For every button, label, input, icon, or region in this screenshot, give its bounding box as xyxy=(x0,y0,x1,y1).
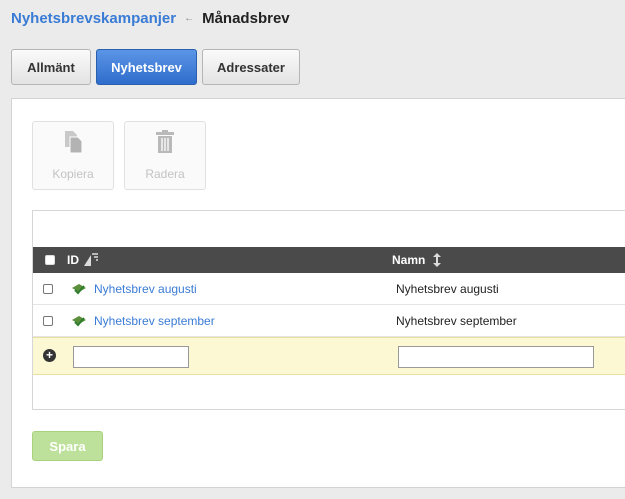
newsletter-link[interactable]: Nyhetsbrev september xyxy=(94,314,215,328)
newsletter-status-icon xyxy=(71,314,87,328)
column-name-label: Namn xyxy=(392,253,426,267)
tab-adressater[interactable]: Adressater xyxy=(202,49,300,85)
delete-label: Radera xyxy=(145,167,185,181)
newsletter-link[interactable]: Nyhetsbrev augusti xyxy=(94,282,197,296)
content-panel: Kopiera Radera ID Namn Nyhetsbrev august… xyxy=(11,98,625,488)
new-id-input[interactable] xyxy=(73,346,189,368)
breadcrumb-parent-link[interactable]: Nyhetsbrevskampanjer xyxy=(11,10,176,27)
table-row: Nyhetsbrev augusti Nyhetsbrev augusti xyxy=(33,273,625,305)
copy-button[interactable]: Kopiera xyxy=(32,121,114,190)
tab-allmant[interactable]: Allmänt xyxy=(11,49,91,85)
row-checkbox[interactable] xyxy=(43,284,53,294)
trash-icon xyxy=(152,128,178,156)
breadcrumb: Nyhetsbrevskampanjer ← Månadsbrev xyxy=(11,10,290,27)
tab-nyhetsbrev[interactable]: Nyhetsbrev xyxy=(96,49,197,85)
page-title: Månadsbrev xyxy=(202,10,290,27)
save-button[interactable]: Spara xyxy=(32,431,103,461)
newsletter-grid: ID Namn Nyhetsbrev augusti Nyhetsbrev au… xyxy=(32,210,625,410)
column-id-label: ID xyxy=(67,253,79,267)
newsletter-name: Nyhetsbrev september xyxy=(396,314,517,328)
sort-desc-icon xyxy=(83,253,99,267)
newsletter-status-icon xyxy=(71,282,87,296)
new-row: + xyxy=(33,337,625,375)
copy-icon xyxy=(60,128,86,156)
sort-icon xyxy=(433,253,442,267)
select-all-checkbox[interactable] xyxy=(45,255,55,265)
column-header-name[interactable]: Namn xyxy=(392,247,442,273)
newsletter-name: Nyhetsbrev augusti xyxy=(396,282,499,296)
column-header-id[interactable]: ID xyxy=(67,247,99,273)
table-row: Nyhetsbrev september Nyhetsbrev septembe… xyxy=(33,305,625,337)
add-row-icon[interactable]: + xyxy=(43,349,56,362)
breadcrumb-arrow-icon: ← xyxy=(184,13,195,24)
copy-label: Kopiera xyxy=(52,167,94,181)
new-name-input[interactable] xyxy=(398,346,594,368)
delete-button[interactable]: Radera xyxy=(124,121,206,190)
row-checkbox[interactable] xyxy=(43,316,53,326)
grid-header: ID Namn xyxy=(33,247,625,273)
